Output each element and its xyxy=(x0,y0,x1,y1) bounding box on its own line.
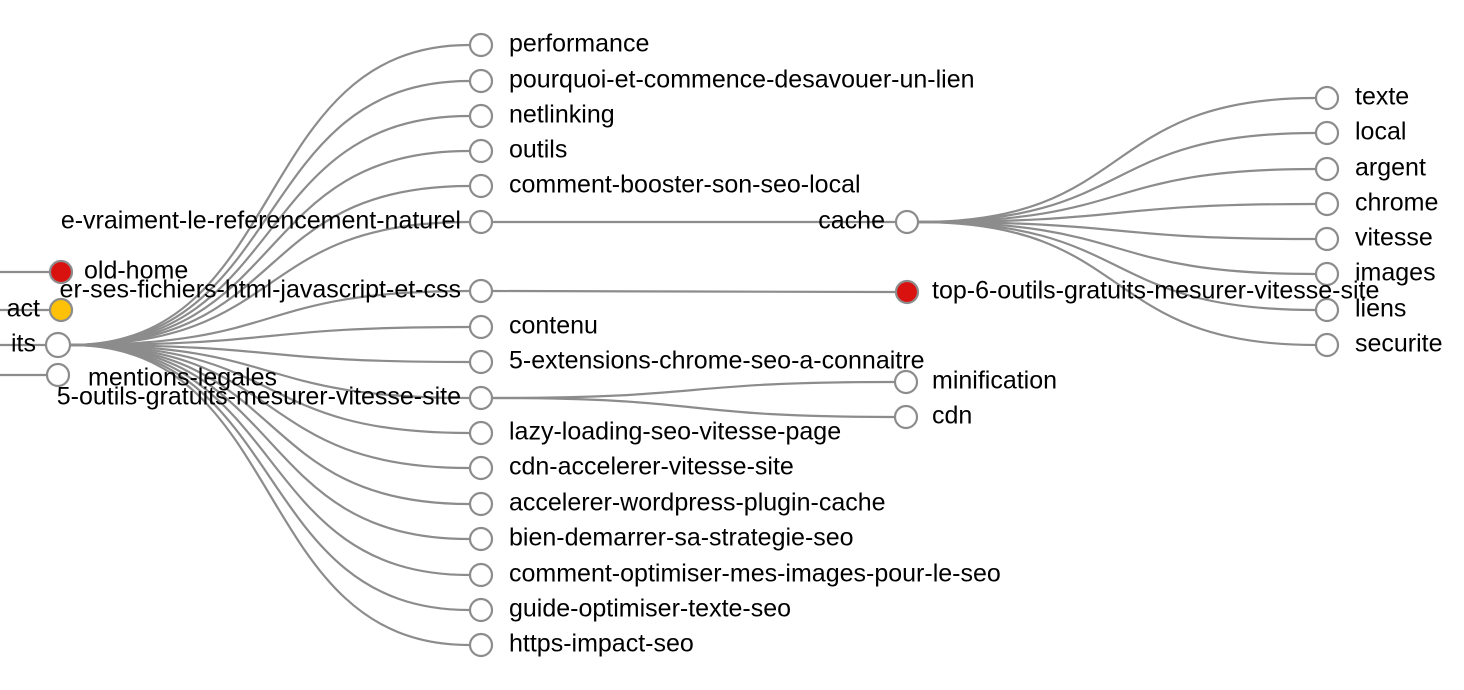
edges-layer xyxy=(0,43,1317,647)
node-label-contact: act xyxy=(7,295,40,323)
graph-node-https[interactable] xyxy=(468,632,494,658)
node-label-desavouer: pourquoi-et-commence-desavouer-un-lien xyxy=(509,66,975,94)
graph-edge xyxy=(69,149,471,347)
node-label-minification: minification xyxy=(932,367,1057,395)
node-label-images_seo: comment-optimiser-mes-images-pour-le-seo xyxy=(509,560,1001,588)
graph-edge xyxy=(917,96,1317,224)
node-label-chrome: chrome xyxy=(1355,189,1438,217)
graph-node-argent[interactable] xyxy=(1314,156,1340,182)
graph-edge xyxy=(491,396,896,419)
graph-node-extensions[interactable] xyxy=(468,349,494,375)
graph-node-top6[interactable] xyxy=(894,279,920,305)
graph-node-texte[interactable] xyxy=(1314,85,1340,111)
graph-node-local[interactable] xyxy=(1314,120,1340,146)
graph-node-hub_left_top[interactable] xyxy=(468,209,494,235)
node-label-liens: liens xyxy=(1355,295,1406,323)
graph-node-images_seo[interactable] xyxy=(468,562,494,588)
tree-graph-svg: e-vraiment-le-referencement-naturelold-h… xyxy=(0,30,1443,658)
node-label-outils: outils xyxy=(509,136,567,164)
graph-node-securite[interactable] xyxy=(1314,332,1340,358)
node-label-minifier_css: er-ses-fichiers-html-javascript-et-css xyxy=(60,276,461,304)
labels-layer: e-vraiment-le-referencement-naturelold-h… xyxy=(7,30,1443,658)
node-label-vitesse: vitesse xyxy=(1355,224,1433,252)
graph-node-netlinking[interactable] xyxy=(468,103,494,129)
graph-node-outils[interactable] xyxy=(468,138,494,164)
graph-node-wp_cache[interactable] xyxy=(468,491,494,517)
graph-edge xyxy=(917,131,1317,224)
graph-node-texte_seo[interactable] xyxy=(468,597,494,623)
graph-node-chrome[interactable] xyxy=(1314,191,1340,217)
node-label-securite: securite xyxy=(1355,330,1443,358)
node-label-hub_left_top: e-vraiment-le-referencement-naturel xyxy=(61,207,461,235)
node-label-seo_local: comment-booster-son-seo-local xyxy=(509,171,861,199)
node-label-argent: argent xyxy=(1355,154,1426,182)
graph-node-lazy[interactable] xyxy=(468,420,494,446)
node-label-images: images xyxy=(1355,259,1436,287)
node-label-local: local xyxy=(1355,118,1406,146)
graph-node-seo_local[interactable] xyxy=(468,173,494,199)
graph-canvas: e-vraiment-le-referencement-naturel old-h… xyxy=(0,0,1464,690)
graph-node-cache[interactable] xyxy=(894,209,920,235)
graph-node-desavouer[interactable] xyxy=(468,68,494,94)
node-label-texte_seo: guide-optimiser-texte-seo xyxy=(509,595,791,623)
graph-edge xyxy=(491,289,897,294)
graph-node-center_hub[interactable] xyxy=(44,331,72,359)
node-label-strategie: bien-demarrer-sa-strategie-seo xyxy=(509,524,854,552)
graph-node-performance[interactable] xyxy=(468,32,494,58)
node-label-cache: cache xyxy=(818,207,885,235)
node-label-5outils: 5-outils-gratuits-mesurer-vitesse-site xyxy=(57,383,461,411)
graph-node-minifier_css[interactable] xyxy=(468,278,494,304)
node-label-performance: performance xyxy=(509,30,649,58)
graph-node-5outils[interactable] xyxy=(468,385,494,411)
node-label-netlinking: netlinking xyxy=(509,101,615,129)
graph-node-cdn[interactable] xyxy=(893,404,919,430)
node-label-extensions: 5-extensions-chrome-seo-a-connaitre xyxy=(509,347,924,375)
node-label-center_hub: its xyxy=(11,330,36,358)
graph-node-vitesse[interactable] xyxy=(1314,226,1340,252)
graph-node-strategie[interactable] xyxy=(468,526,494,552)
node-label-texte: texte xyxy=(1355,83,1409,111)
graph-node-contenu[interactable] xyxy=(468,314,494,340)
node-label-contenu: contenu xyxy=(509,312,598,340)
node-label-cdn: cdn xyxy=(932,402,972,430)
graph-node-cdn_acc[interactable] xyxy=(468,455,494,481)
node-label-https: https-impact-seo xyxy=(509,630,694,658)
node-label-cdn_acc: cdn-accelerer-vitesse-site xyxy=(509,453,794,481)
node-label-lazy: lazy-loading-seo-vitesse-page xyxy=(509,418,841,446)
graph-edge xyxy=(491,380,896,400)
node-label-wp_cache: accelerer-wordpress-plugin-cache xyxy=(509,489,886,517)
node-label-top6: top-6-outils-gratuits-mesurer-vitesse-si… xyxy=(932,277,1379,305)
